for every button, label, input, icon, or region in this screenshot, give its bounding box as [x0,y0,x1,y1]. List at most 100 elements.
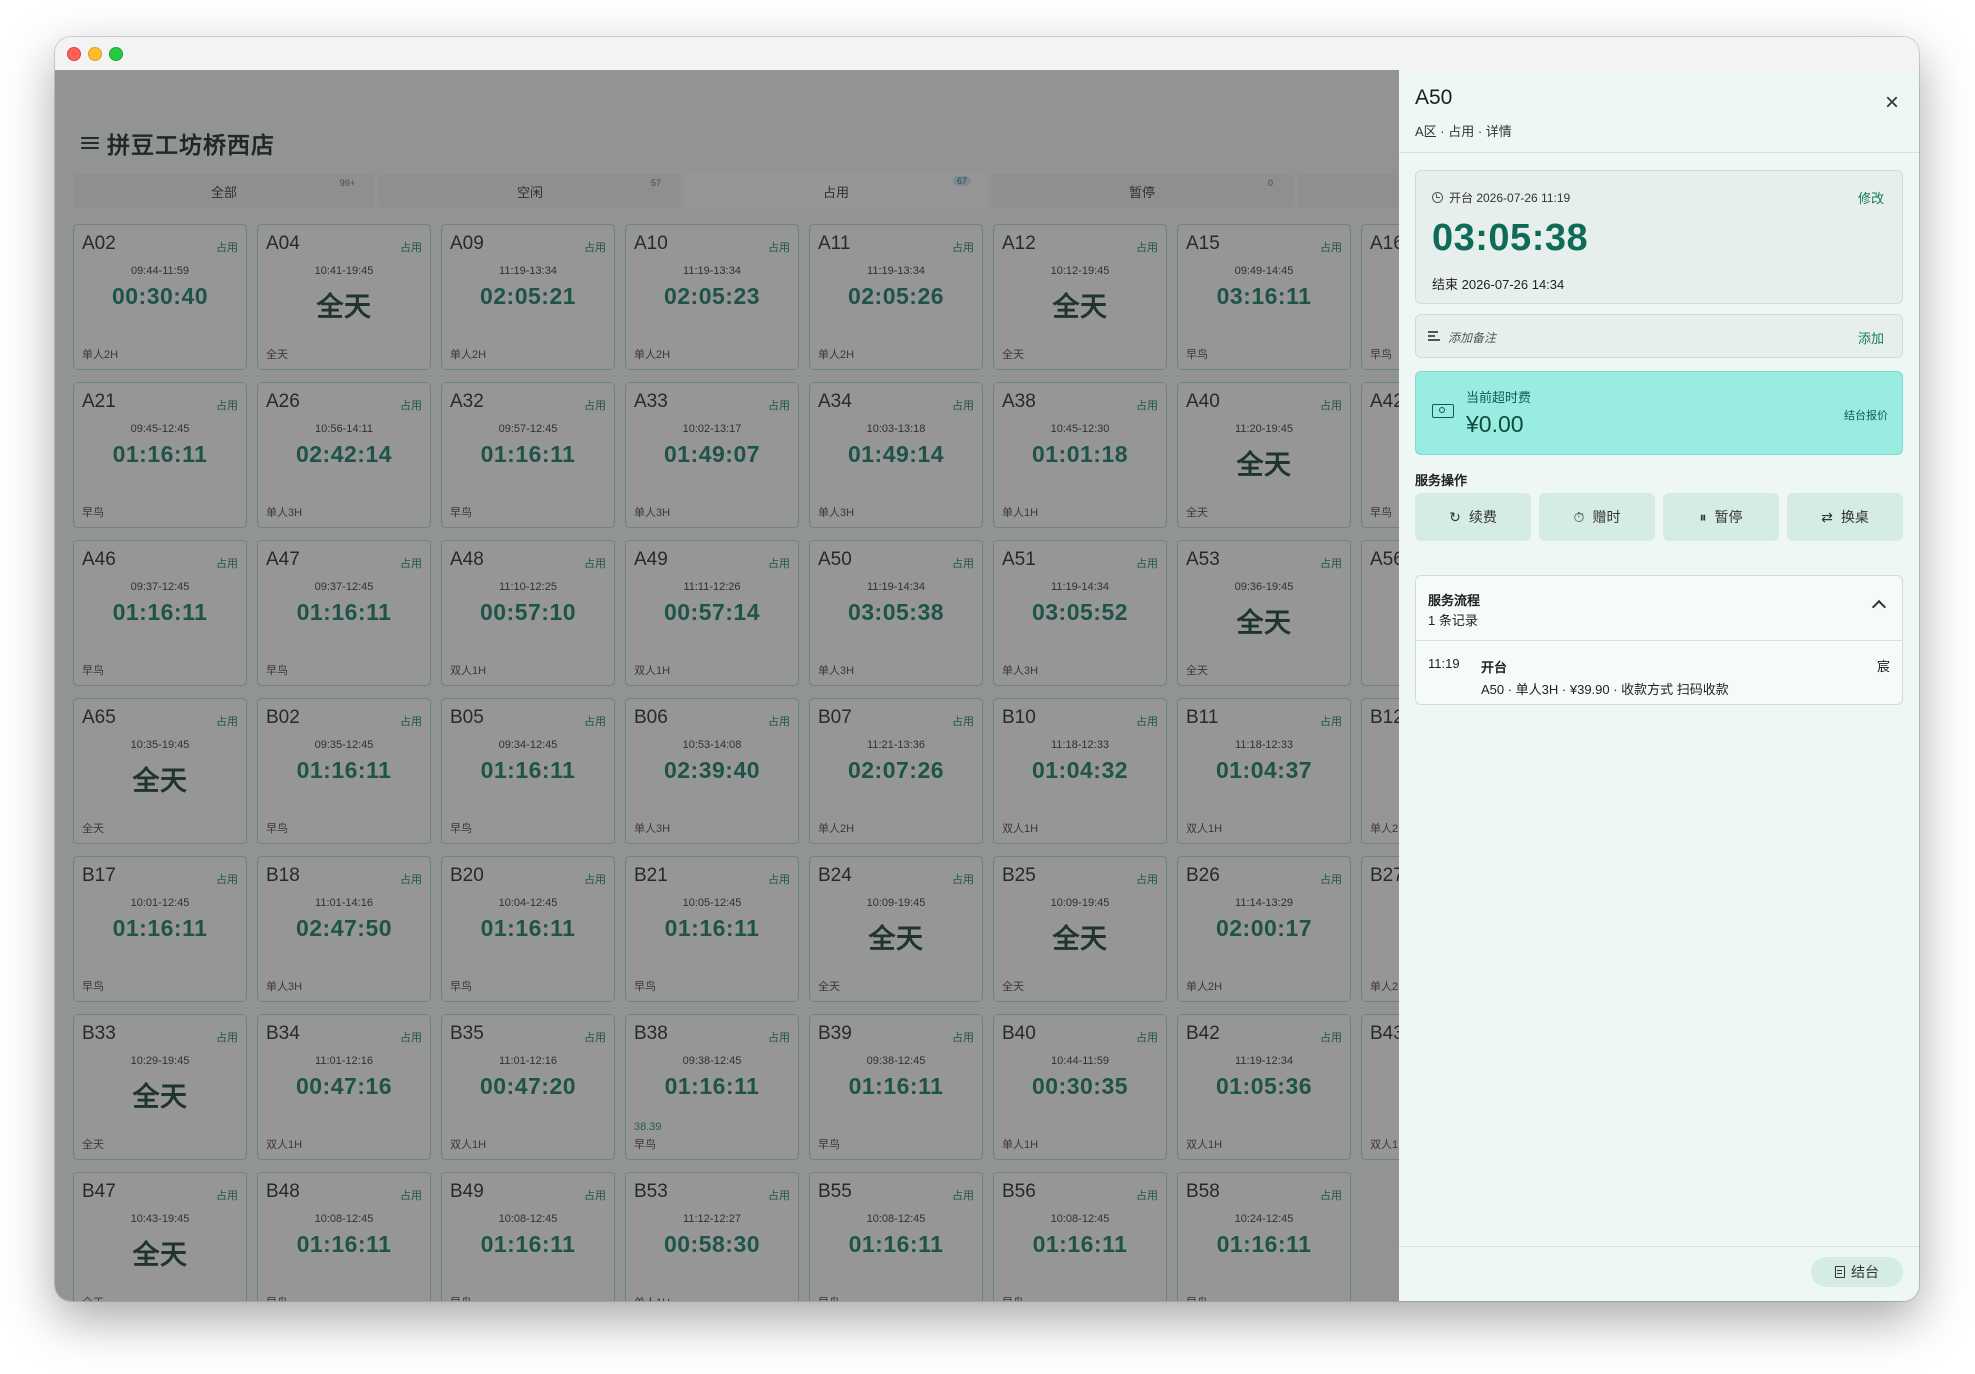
table-card[interactable]: B49 占用 10:08-12:45 01:16:11 早鸟 [441,1172,615,1301]
settle-quote-link[interactable]: 结台报价 [1844,407,1888,423]
table-card[interactable]: B48 占用 10:08-12:45 01:16:11 早鸟 [257,1172,431,1301]
table-board: 拼豆工坊桥西店 全部 99+ 空闲 57 占用 67 暂停 0 A02 占用 0… [55,70,1399,1301]
table-card[interactable]: B07 占用 11:21-13:36 02:07:26 单人2H [809,698,983,844]
table-card[interactable]: B21 占用 10:05-12:45 01:16:11 早鸟 [625,856,799,1002]
table-code: B11 [1186,707,1219,728]
table-card[interactable]: B27 单人2 [1361,856,1399,1002]
table-card[interactable]: B39 占用 09:38-12:45 01:16:11 早鸟 [809,1014,983,1160]
table-timer: 01:16:11 [112,599,208,625]
table-card[interactable]: A04 占用 10:41-19:45 全天 全天 [257,224,431,370]
table-card[interactable]: A51 占用 11:19-14:34 03:05:52 单人3H [993,540,1167,686]
tab-all[interactable]: 全部 99+ [73,174,375,208]
menu-icon[interactable] [81,135,101,151]
switch-table-button[interactable]: ⇄ 换桌 [1787,493,1903,541]
table-code: B18 [266,865,300,886]
add-note-button[interactable]: 添加 [1858,328,1884,347]
table-card[interactable]: A32 占用 09:57-12:45 01:16:11 早鸟 [441,382,615,528]
table-card[interactable]: B20 占用 10:04-12:45 01:16:11 早鸟 [441,856,615,1002]
stopwatch-icon: ⏱ [1573,508,1585,525]
table-card[interactable]: B26 占用 11:14-13:29 02:00:17 单人2H [1177,856,1351,1002]
table-card[interactable]: A48 占用 11:10-12:25 00:57:10 双人1H [441,540,615,686]
status-tag: 占用 [1136,558,1158,570]
table-card[interactable]: B40 占用 10:44-11:59 00:30:35 单人1H [993,1014,1167,1160]
table-card[interactable]: A34 占用 10:03-13:18 01:49:14 单人3H [809,382,983,528]
table-card[interactable]: B24 占用 10:09-19:45 全天 全天 [809,856,983,1002]
table-card[interactable]: B33 占用 10:29-19:45 全天 全天 [73,1014,247,1160]
table-card[interactable]: A49 占用 11:11-12:26 00:57:14 双人1H [625,540,799,686]
swap-icon: ⇄ [1821,508,1833,525]
table-card[interactable]: B58 占用 10:24-12:45 01:16:11 早鸟 [1177,1172,1351,1301]
table-card[interactable]: A15 占用 09:49-14:45 03:16:11 早鸟 [1177,224,1351,370]
table-card[interactable]: B42 占用 11:19-12:34 01:05:36 双人1H [1177,1014,1351,1160]
time-range: 11:19-13:34 [867,265,925,277]
end-time: 结束 2026-07-26 14:34 [1432,277,1565,292]
table-card[interactable]: B56 占用 10:08-12:45 01:16:11 早鸟 [993,1172,1167,1301]
pause-button[interactable]: ⏸ 暂停 [1663,493,1779,541]
table-card[interactable]: A40 占用 11:20-19:45 全天 全天 [1177,382,1351,528]
table-code: B21 [634,865,668,886]
table-card[interactable]: A53 占用 09:36-19:45 全天 全天 [1177,540,1351,686]
fee-label: 当前超时费 [1466,390,1532,405]
gift-time-button[interactable]: ⏱ 赠时 [1539,493,1655,541]
table-card[interactable]: A46 占用 09:37-12:45 01:16:11 早鸟 [73,540,247,686]
tab-idle[interactable]: 空闲 57 [379,174,681,208]
table-card[interactable]: B11 占用 11:18-12:33 01:04:37 双人1H [1177,698,1351,844]
settle-button[interactable]: 结台 [1811,1257,1903,1287]
tab-more[interactable] [1297,174,1397,208]
table-card[interactable]: A26 占用 10:56-14:11 02:42:14 单人3H [257,382,431,528]
table-card[interactable]: B17 占用 10:01-12:45 01:16:11 早鸟 [73,856,247,1002]
minimize-window-button[interactable] [88,47,102,61]
table-card[interactable]: A12 占用 10:12-19:45 全天 全天 [993,224,1167,370]
zoom-window-button[interactable] [109,47,123,61]
chevron-up-icon[interactable] [1871,599,1887,615]
table-card[interactable]: A47 占用 09:37-12:45 01:16:11 早鸟 [257,540,431,686]
table-card[interactable]: B25 占用 10:09-19:45 全天 全天 [993,856,1167,1002]
action-label: 续费 [1468,509,1497,525]
table-card[interactable]: B10 占用 11:18-12:33 01:04:32 双人1H [993,698,1167,844]
renew-button[interactable]: ↻ 续费 [1415,493,1531,541]
modify-button[interactable]: 修改 [1858,188,1884,207]
table-card[interactable]: A65 占用 10:35-19:45 全天 全天 [73,698,247,844]
table-card[interactable]: B55 占用 10:08-12:45 01:16:11 早鸟 [809,1172,983,1301]
table-card[interactable]: B43 双人1 [1361,1014,1399,1160]
table-card[interactable]: A16 早鸟 [1361,224,1399,370]
table-card[interactable]: A56 [1361,540,1399,686]
table-card[interactable]: B38 占用 09:38-12:45 01:16:11 早鸟 38.39 [625,1014,799,1160]
table-card[interactable]: A09 占用 11:19-13:34 02:05:21 单人2H [441,224,615,370]
table-card[interactable]: B34 占用 11:01-12:16 00:47:16 双人1H [257,1014,431,1160]
close-icon[interactable]: × [1879,89,1905,116]
table-card[interactable]: A42 早鸟 [1361,382,1399,528]
table-code: A53 [1186,549,1220,570]
table-code: A04 [266,233,300,254]
time-range: 10:53-14:08 [682,739,742,751]
table-card[interactable]: A38 占用 10:45-12:30 01:01:18 单人1H [993,382,1167,528]
table-timer: 01:16:11 [848,1231,944,1257]
table-timer: 01:16:11 [112,441,208,467]
table-card[interactable]: A33 占用 10:02-13:17 01:49:07 单人3H [625,382,799,528]
status-tag: 占用 [952,400,974,412]
table-card[interactable]: B35 占用 11:01-12:16 00:47:20 双人1H [441,1014,615,1160]
table-card[interactable]: A10 占用 11:19-13:34 02:05:23 单人2H [625,224,799,370]
time-range: 10:08-12:45 [866,1213,926,1225]
table-card[interactable]: B53 占用 11:12-12:27 00:58:30 单人1H [625,1172,799,1301]
table-card[interactable]: A02 占用 09:44-11:59 00:30:40 单人2H [73,224,247,370]
table-card[interactable]: B06 占用 10:53-14:08 02:39:40 单人3H [625,698,799,844]
settle-label: 结台 [1851,1264,1879,1280]
time-range: 11:12-12:27 [683,1213,741,1225]
table-card[interactable]: B18 占用 11:01-14:16 02:47:50 单人3H [257,856,431,1002]
tab-occupied[interactable]: 占用 67 [685,174,987,208]
table-card[interactable]: A21 占用 09:45-12:45 01:16:11 早鸟 [73,382,247,528]
note-field[interactable]: 添加备注 添加 [1415,314,1903,358]
table-card[interactable]: B02 占用 09:35-12:45 01:16:11 早鸟 [257,698,431,844]
table-card[interactable]: A11 占用 11:19-13:34 02:05:26 单人2H [809,224,983,370]
tab-paused[interactable]: 暂停 0 [991,174,1293,208]
package-label: 单人1H [634,1294,670,1301]
package-label: 全天 [1002,981,1024,993]
table-card[interactable]: A50 占用 11:19-14:34 03:05:38 单人3H [809,540,983,686]
table-card[interactable]: B12 单人2 [1361,698,1399,844]
close-window-button[interactable] [67,47,81,61]
table-card[interactable]: B47占用10:43-19:45全天全天 [73,1172,247,1301]
table-card[interactable]: B05 占用 09:34-12:45 01:16:11 早鸟 [441,698,615,844]
status-tag: 占用 [216,558,238,570]
table-code: A26 [266,391,300,412]
